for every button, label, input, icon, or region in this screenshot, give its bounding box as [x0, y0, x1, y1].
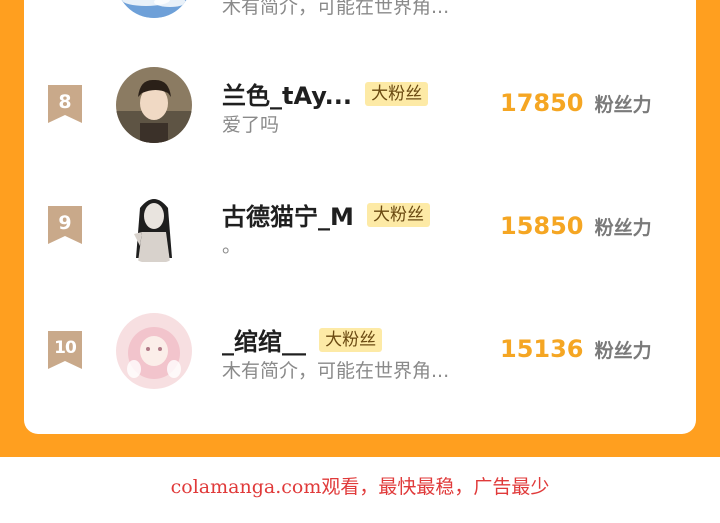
- fan-level-badge: 大粉丝: [366, 202, 430, 227]
- rank-badge: 9: [48, 206, 82, 246]
- fan-score: 15850 粉丝力: [500, 212, 652, 240]
- avatar[interactable]: [116, 67, 192, 143]
- user-name-line: _绾绾__ 大粉丝: [222, 322, 383, 356]
- fan-score-unit: 粉丝力: [594, 216, 652, 239]
- fan-score: 15136 粉丝力: [500, 335, 652, 363]
- user-bio: 。: [222, 235, 242, 257]
- fan-score: 17850 粉丝力: [500, 89, 652, 117]
- fan-score-unit: 粉丝力: [594, 93, 652, 116]
- avatar[interactable]: [116, 188, 192, 264]
- user-name-line: 兰色_tAy... 大粉丝: [222, 76, 429, 110]
- list-item[interactable]: 8 兰色_tAy... 大粉丝 爱了吗 17850 粉丝力: [24, 60, 696, 150]
- avatar[interactable]: [116, 313, 192, 389]
- fan-level-badge: 大粉丝: [319, 327, 383, 352]
- fan-score-value: 17850: [500, 89, 584, 117]
- user-name[interactable]: _绾绾__: [222, 328, 306, 356]
- rank-badge: 10: [48, 331, 82, 371]
- list-item[interactable]: 10 _绾绾__ 大粉丝 木有简介，可能在世界角... 15136 粉丝力: [24, 306, 696, 396]
- site-footer-note: colamanga.com观看，最快最稳，广告最少: [170, 476, 550, 498]
- user-name[interactable]: 兰色_tAy...: [222, 82, 352, 110]
- fan-level-badge: 大粉丝: [365, 81, 429, 106]
- rank-number: 10: [54, 338, 77, 358]
- user-bio: 木有简介，可能在世界角...: [222, 0, 450, 18]
- avatar[interactable]: [116, 0, 192, 18]
- fan-score-unit: 粉丝力: [594, 339, 652, 362]
- user-name[interactable]: 古德猫宁_M: [222, 203, 354, 231]
- rank-number: 8: [58, 91, 72, 113]
- ranking-list: 木有简介，可能在世界角... 8 兰色_tAy... 大粉丝 爱了吗 17850…: [24, 0, 696, 434]
- user-name-line: 古德猫宁_M 大粉丝: [222, 197, 430, 231]
- fan-score-value: 15136: [500, 335, 584, 363]
- user-bio: 爱了吗: [222, 114, 280, 136]
- rank-number: 9: [58, 212, 72, 234]
- list-item[interactable]: 9 古德猫宁_M 大粉丝 。 15850 粉丝力: [24, 183, 696, 273]
- rank-badge: 8: [48, 85, 82, 125]
- user-bio: 木有简介，可能在世界角...: [222, 360, 450, 382]
- fan-score-value: 15850: [500, 212, 584, 240]
